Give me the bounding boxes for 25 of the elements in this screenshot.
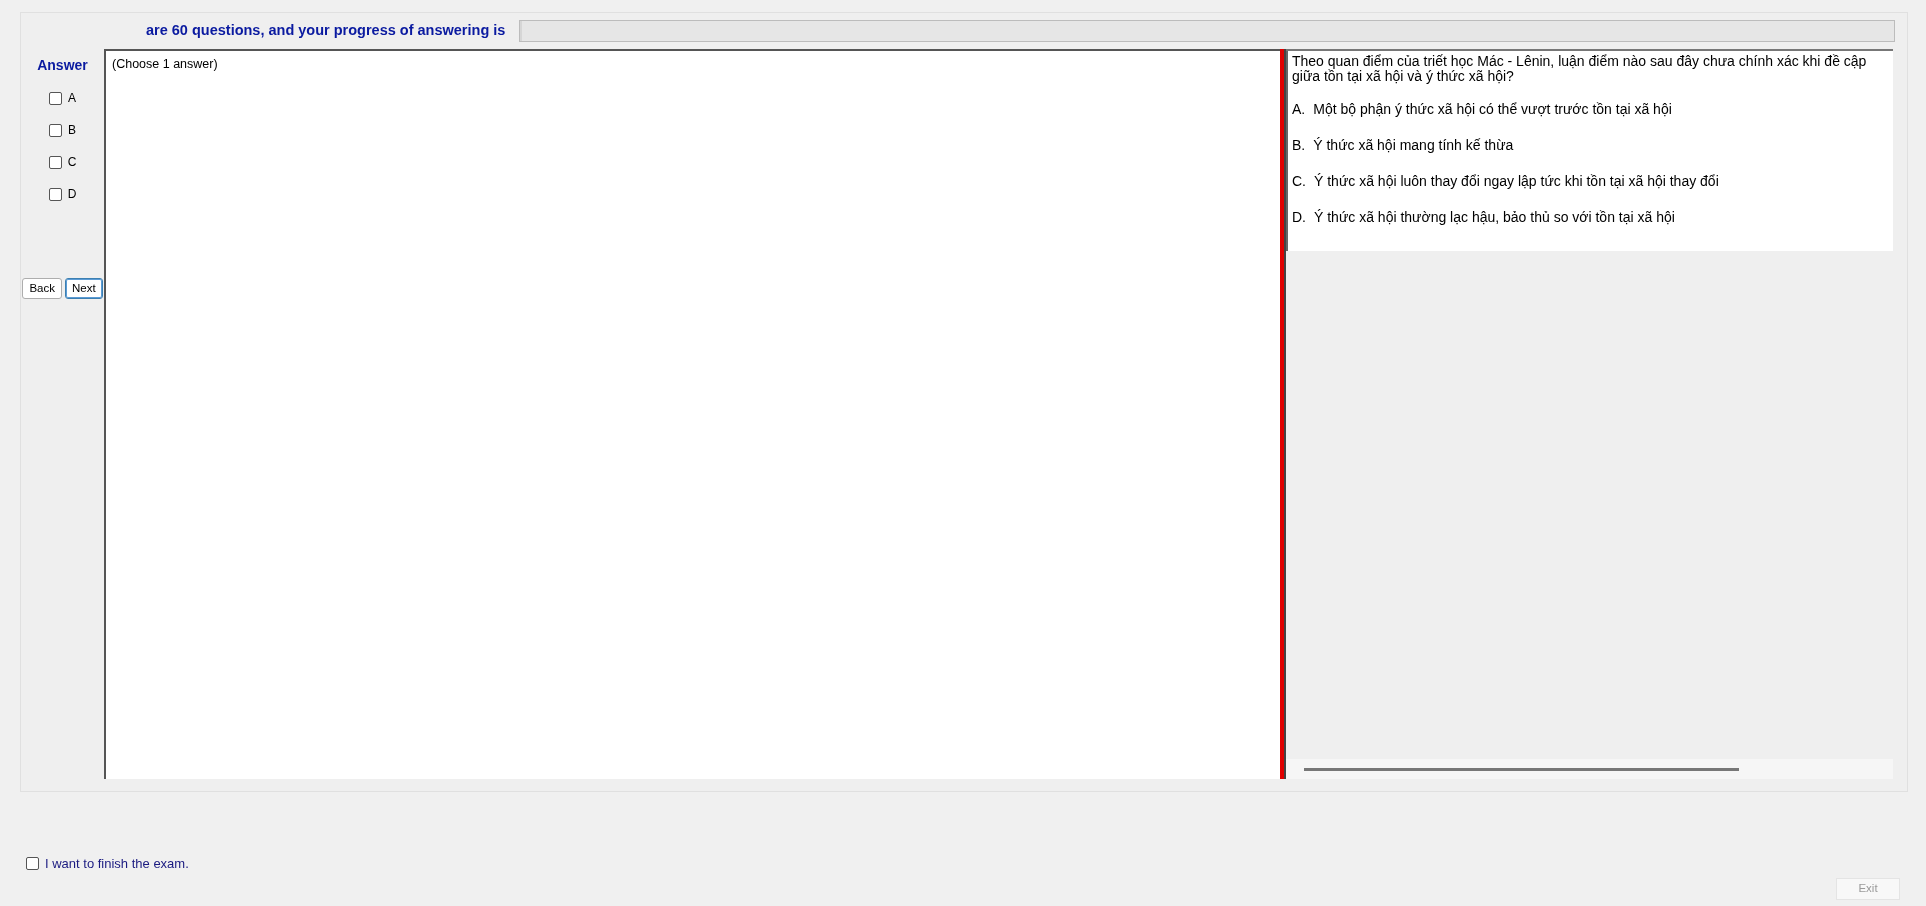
choice-text: Ý thức xã hội thường lạc hậu, bảo thủ so với tồn tại xã hội [1314,207,1675,227]
choice-text: Ý thức xã hội mang tính kế thừa [1313,135,1514,155]
answer-checkbox[interactable] [48,155,62,169]
answer-title: Answer [37,56,88,75]
option-label: D [67,186,77,203]
answer-checkbox[interactable] [49,123,62,137]
choice-text: Ý thức xã hội luôn thay đổi ngay lập tức khi tồn tại xã hội thay đổi [1314,171,1719,191]
choice-letter: D. [1292,207,1306,227]
option-label: A [68,90,76,107]
choice-letter: B. [1292,135,1306,155]
choice-letter: A. [1292,99,1306,119]
answer-checkbox[interactable] [49,91,62,105]
option-label: C [67,154,77,171]
finish-checkbox[interactable] [26,857,39,871]
nav-button[interactable]: Back [22,278,62,300]
finish-label: I want to finish the exam. [45,855,189,873]
nav-button[interactable]: Next [64,278,103,300]
question-text: Theo quan điểm của triết học Mác - Lênin, luận điểm nào sau đây chưa chính xác khi đề cập giữa tồn tại xã hội và ý thức xã hội? [1292,54,1868,85]
horizontal-scrollbar[interactable] [1286,759,1893,779]
choice-letter: C. [1292,171,1306,191]
choice-text: Một bộ phận ý thức xã hội có thể vượt trước tồn tại xã hội [1313,99,1672,119]
answer-checkbox[interactable] [48,187,62,201]
progress-label: are 60 questions, and your progress of answering is [146,21,506,41]
option-label: B [68,122,76,139]
instruction-text: (Choose 1 answer) [112,56,219,73]
